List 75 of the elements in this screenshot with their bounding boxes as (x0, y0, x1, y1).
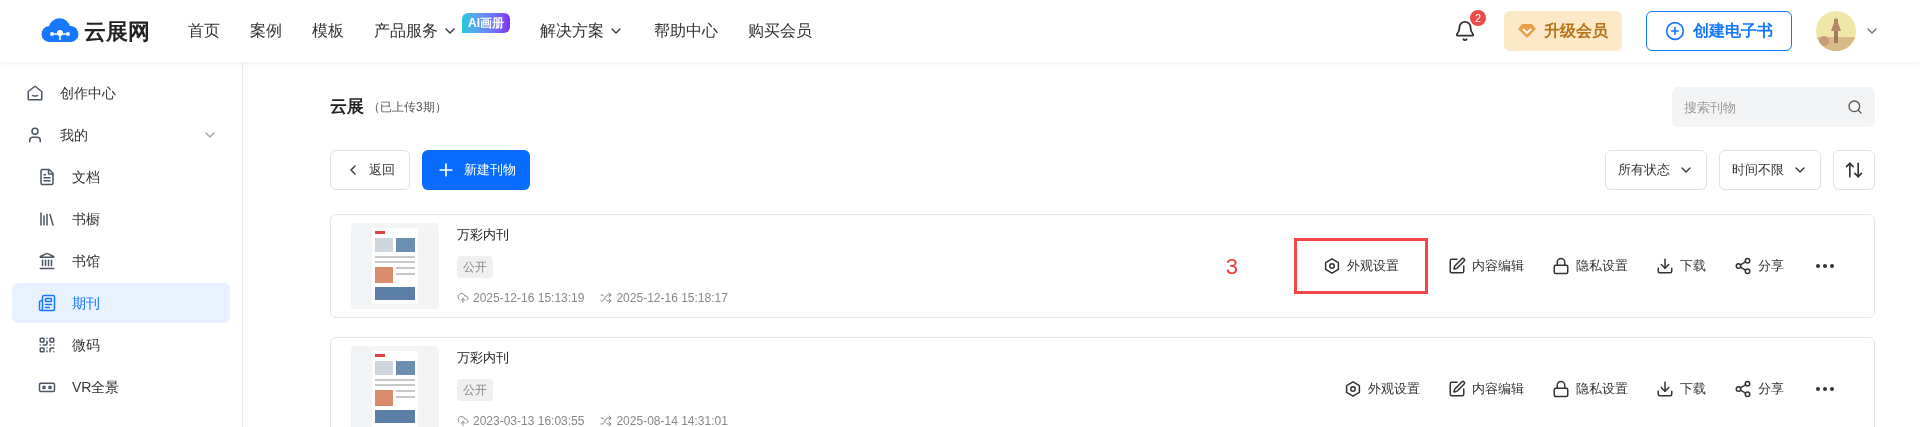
cloud-logo-icon (40, 18, 80, 44)
document-icon (38, 168, 56, 186)
sidebar-item[interactable]: 文档 (12, 157, 230, 197)
nav-link[interactable]: 解决方案 (540, 19, 624, 43)
created-time: 2023-03-13 16:03:55 (473, 413, 585, 427)
pen-icon (1448, 380, 1466, 398)
plus-circle-icon (1665, 21, 1685, 41)
sidebar-item[interactable]: 我的 (12, 115, 230, 155)
site-logo-text: 云展网 (84, 17, 150, 46)
action-button[interactable]: 分享 (1726, 369, 1792, 409)
sidebar-item[interactable]: 书橱 (12, 199, 230, 239)
magazine-title: 万彩内刊 (457, 226, 510, 244)
nav-link[interactable]: 模板 (312, 19, 344, 43)
action-button[interactable]: 下载 (1648, 369, 1714, 409)
nav-link[interactable]: 产品服务 (374, 19, 458, 43)
action-button[interactable]: 隐私设置 (1544, 246, 1636, 286)
qr-code-icon (38, 336, 56, 354)
nav-link[interactable]: 购买会员 (748, 19, 812, 43)
bell-icon[interactable] (1454, 20, 1476, 42)
ai-badge: AI画册 (462, 13, 510, 33)
diamond-icon (1518, 23, 1536, 39)
new-magazine-button[interactable]: 新建刊物 (422, 150, 530, 190)
nav-link[interactable]: 首页 (188, 19, 220, 43)
updated-time: 2025-08-14 14:31:01 (616, 413, 728, 427)
action-button[interactable]: 内容编辑 (1440, 369, 1532, 409)
home-icon (26, 84, 44, 102)
hexagon-icon (1344, 380, 1362, 398)
status-tag: 公开 (457, 378, 493, 401)
nav-link[interactable]: 案例 (250, 19, 282, 43)
sidebar-item[interactable]: 期刊 (12, 283, 230, 323)
shuffle-icon (600, 292, 613, 304)
share-icon (1734, 257, 1752, 275)
more-icon (1816, 264, 1834, 268)
magazine-title: 万彩内刊 (457, 349, 510, 367)
back-button[interactable]: 返回 (330, 150, 410, 190)
status-tag: 公开 (457, 255, 493, 278)
nav-link[interactable]: 帮助中心 (654, 19, 718, 43)
notification-count: 2 (1470, 10, 1486, 26)
filter-dropdown[interactable]: 所有状态 (1605, 150, 1707, 190)
page-title: 云展 (330, 96, 364, 119)
newspaper-icon (38, 294, 56, 312)
cloud-upload-icon (457, 415, 469, 427)
sort-icon (1844, 160, 1864, 180)
download-icon (1656, 257, 1674, 275)
filter-dropdown[interactable]: 时间不限 (1719, 150, 1821, 190)
action-button[interactable]: 外观设置 (1294, 238, 1428, 294)
download-icon (1656, 380, 1674, 398)
created-time: 2025-12-16 15:13:19 (473, 290, 585, 307)
pen-icon (1448, 257, 1466, 275)
upload-count: （已上传3期） (368, 99, 447, 116)
annotation-number: 3 (1225, 252, 1238, 281)
sort-button[interactable] (1833, 150, 1875, 190)
action-button[interactable]: 分享 (1726, 246, 1792, 286)
shuffle-icon (600, 415, 613, 427)
action-button[interactable]: 外观设置 (1336, 369, 1428, 409)
action-button[interactable]: 内容编辑 (1440, 246, 1532, 286)
hexagon-icon (1323, 257, 1341, 275)
building-icon (38, 252, 56, 270)
lock-icon (1552, 257, 1570, 275)
sidebar-item[interactable]: VR全景 (12, 367, 230, 407)
sidebar-item[interactable]: 创作中心 (12, 73, 230, 113)
bookshelf-icon (38, 210, 56, 228)
more-icon (1816, 387, 1834, 391)
cloud-upload-icon (457, 292, 469, 304)
create-ebook-button[interactable]: 创建电子书 (1646, 11, 1792, 51)
action-button[interactable]: 下载 (1648, 246, 1714, 286)
user-icon (26, 126, 44, 144)
search-icon[interactable] (1847, 99, 1863, 115)
sidebar-item[interactable]: 微码 (12, 325, 230, 365)
updated-time: 2025-12-16 15:18:17 (616, 290, 728, 307)
search-field[interactable]: 搜索刊物 (1672, 87, 1875, 127)
sidebar-item[interactable]: 书馆 (12, 241, 230, 281)
action-button[interactable]: 隐私设置 (1544, 369, 1636, 409)
share-icon (1734, 380, 1752, 398)
lock-icon (1552, 380, 1570, 398)
